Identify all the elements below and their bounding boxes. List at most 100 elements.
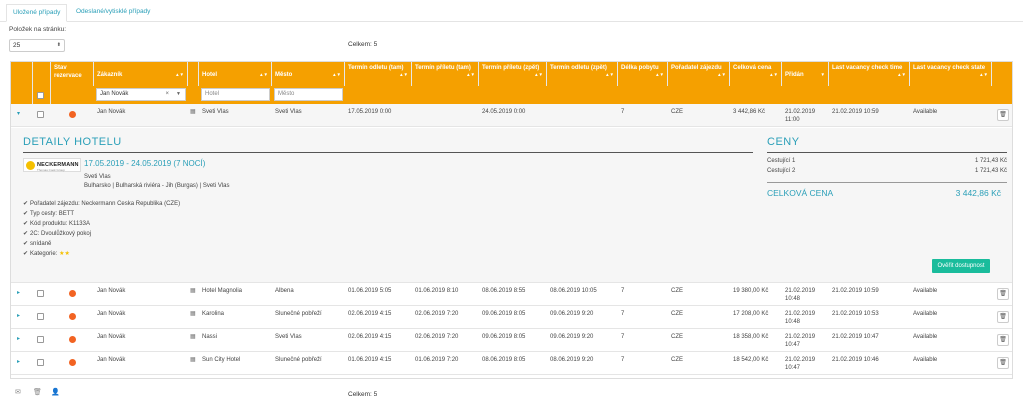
sort-desc-icon: ▼ xyxy=(820,72,825,77)
per-page-select[interactable]: 25 ⬍ xyxy=(9,39,65,52)
col-expand xyxy=(11,62,33,86)
cases-grid: Stav rezervace Zákazník ▲▼ Hotel ▲▼ Město ▲… xyxy=(10,61,1013,379)
cell-length: 7 xyxy=(621,288,625,294)
expand-icon[interactable]: ▸ xyxy=(17,335,20,342)
cell-arr-out: 02.06.2019 7:20 xyxy=(415,334,459,340)
sort-icon: ▲▼ xyxy=(979,72,988,77)
building-icon: ▦ xyxy=(190,357,196,363)
status-dot xyxy=(69,336,76,343)
sort-icon: ▲▼ xyxy=(717,72,726,77)
trash-bulk-icon[interactable]: 🗑 xyxy=(33,388,42,396)
customer-filter-value: Jan Novák xyxy=(100,91,129,97)
col-dep-back[interactable]: Termín odletu (zpět) ▲▼ xyxy=(547,62,618,86)
feature-item: ✔ Pořadatel zájezdu: Neckermann Ceska Rep… xyxy=(23,200,180,207)
clear-icon[interactable]: × xyxy=(165,89,169,100)
check-icon: ✔ xyxy=(23,241,29,247)
tab-sent-printed-cases[interactable]: Odeslané/vytisklé případy xyxy=(70,4,156,22)
cell-added-date: 21.02.2019 xyxy=(785,288,816,294)
col-actions xyxy=(992,62,1012,86)
row-checkbox[interactable] xyxy=(37,359,44,366)
cell-city: Sveti Vlas xyxy=(275,334,302,340)
prices-title: CENY xyxy=(767,136,800,148)
hotel-filter-input[interactable]: Hotel xyxy=(201,88,270,101)
cell-length: 7 xyxy=(621,357,625,363)
user-icon[interactable]: 👤 xyxy=(51,388,60,396)
tab-saved-cases[interactable]: Uložené případy xyxy=(6,4,68,22)
cell-lv-state: Available xyxy=(913,357,938,363)
col-city[interactable]: Město ▲▼ xyxy=(272,62,345,86)
row-checkbox[interactable] xyxy=(37,313,44,320)
check-icon: ✔ xyxy=(23,211,29,217)
expand-icon[interactable]: ▸ xyxy=(17,289,20,296)
total-label: Celkem: xyxy=(348,41,372,48)
table-row[interactable]: ▸ Jan Novák ▦ Sun City Hotel Slunečné po… xyxy=(11,352,1012,375)
cell-added-time: 11:00 xyxy=(785,117,800,123)
customer-filter-select[interactable]: Jan Novák × ▼ xyxy=(96,88,186,101)
cell-added-date: 21.02.2019 xyxy=(785,334,816,340)
traveler-1-label: Cestující 1 xyxy=(767,158,796,164)
col-organizer[interactable]: Pořadatel zájezdu ▲▼ xyxy=(668,62,730,86)
cell-customer: Jan Novák xyxy=(97,109,126,115)
verify-availability-button[interactable]: Ověřit dostupnost xyxy=(932,259,990,273)
expand-icon[interactable]: ▸ xyxy=(17,358,20,365)
cell-lv-time: 21.02.2019 10:53 xyxy=(832,311,879,317)
sun-logo-icon xyxy=(26,161,35,170)
row-checkbox[interactable] xyxy=(37,336,44,343)
col-status[interactable]: Stav rezervace xyxy=(51,62,94,86)
table-row[interactable]: ▸ Jan Novák ▦ Hotel Magnolia Albena 01.0… xyxy=(11,283,1012,306)
feature-text: Kód produktu: K1133A xyxy=(30,221,90,227)
feature-item: ✔ Kategorie: ★★ xyxy=(23,250,70,257)
select-all-checkbox[interactable] xyxy=(37,92,44,99)
col-length[interactable]: Délka pobytu ▲▼ xyxy=(618,62,668,86)
logo-subtext: Thomas Cook Group xyxy=(37,168,65,172)
cell-added-date: 21.02.2019 xyxy=(785,357,816,363)
collapse-icon[interactable]: ▾ xyxy=(17,110,20,117)
envelope-icon[interactable]: ✉ xyxy=(15,388,21,396)
cell-organizer: CZE xyxy=(671,357,683,363)
check-icon: ✔ xyxy=(23,201,29,207)
col-added[interactable]: Přidán ▼ xyxy=(782,62,829,86)
col-price[interactable]: Celková cena ▲▼ xyxy=(730,62,782,86)
table-row[interactable]: ▸ Jan Novák ▦ Nassi Sveti Vlas 02.06.201… xyxy=(11,329,1012,352)
traveler-1-price: 1 721,43 Kč xyxy=(974,158,1007,164)
grid-header: Stav rezervace Zákazník ▲▼ Hotel ▲▼ Město ▲… xyxy=(11,62,1012,104)
expand-icon[interactable]: ▸ xyxy=(17,312,20,319)
col-arr-out[interactable]: Termín příletu (tam) ▲▼ xyxy=(412,62,479,86)
total-price-value: 3 442,86 Kč xyxy=(955,188,1001,198)
row-checkbox[interactable] xyxy=(37,290,44,297)
trash-icon[interactable]: 🗑 xyxy=(997,109,1009,121)
status-dot xyxy=(69,111,76,118)
col-customer-label: Zákazník xyxy=(97,72,123,78)
col-customer[interactable]: Zákazník ▲▼ xyxy=(94,62,188,86)
col-dep-out[interactable]: Termín odletu (tam) ▲▼ xyxy=(345,62,412,86)
sort-icon: ▲▼ xyxy=(655,72,664,77)
trash-icon[interactable]: 🗑 xyxy=(997,311,1009,323)
cell-organizer: CZE xyxy=(671,109,683,115)
table-row[interactable]: ▸ Jan Novák ▦ Karolina Slunečné pobřeží … xyxy=(11,306,1012,329)
cell-lv-state: Available xyxy=(913,288,938,294)
cell-arr-back: 08.06.2019 8:05 xyxy=(482,357,526,363)
col-arr-back-label: Termín příletu (zpět) xyxy=(482,65,540,71)
cell-added-time: 10:48 xyxy=(785,296,801,302)
table-row[interactable]: ▾ Jan Novák ▦ Sveti Vlas Sveti Vlas 17.0… xyxy=(11,104,1012,127)
sort-icon: ▲▼ xyxy=(399,72,408,77)
building-icon: ▦ xyxy=(190,288,196,294)
stay-dates: 17.05.2019 - 24.05.2019 (7 NOCÍ) xyxy=(84,159,206,168)
col-arr-back[interactable]: Termín příletu (zpět) ▲▼ xyxy=(479,62,547,86)
check-icon: ✔ xyxy=(23,221,29,227)
trash-icon[interactable]: 🗑 xyxy=(997,288,1009,300)
cell-arr-out: 01.06.2019 7:20 xyxy=(415,357,459,363)
updown-icon: ⬍ xyxy=(56,42,61,48)
cell-arr-out: 01.06.2019 8:10 xyxy=(415,288,459,294)
col-lv-state[interactable]: Last vacancy check state ▲▼ xyxy=(910,62,992,86)
col-lv-time[interactable]: Last vacancy check time ▲▼ xyxy=(829,62,910,86)
trash-icon[interactable]: 🗑 xyxy=(997,334,1009,346)
row-checkbox[interactable] xyxy=(37,111,44,118)
building-icon: ▦ xyxy=(190,311,196,317)
cell-dep-out: 01.06.2019 4:15 xyxy=(348,357,392,363)
city-filter-input[interactable]: Město xyxy=(274,88,343,101)
col-price-label: Celková cena xyxy=(733,65,772,71)
per-page-value: 25 xyxy=(13,42,21,49)
col-hotel[interactable]: Hotel ▲▼ xyxy=(199,62,272,86)
trash-icon[interactable]: 🗑 xyxy=(997,357,1009,369)
